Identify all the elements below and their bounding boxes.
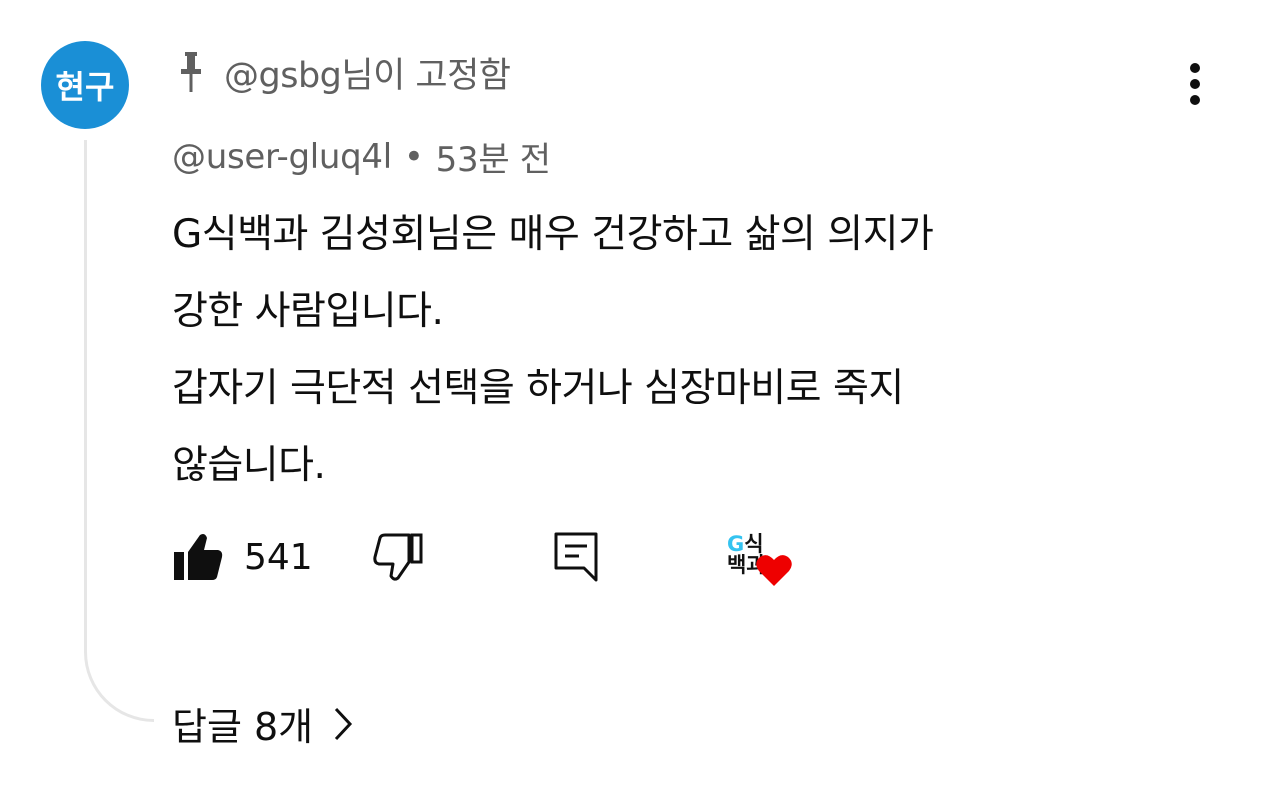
comment-line: 갑자기 극단적 선택을 하거나 심장마비로 죽지 xyxy=(172,366,904,411)
like-button[interactable]: 541 xyxy=(172,532,313,582)
comment-line: 않습니다. xyxy=(172,443,326,488)
creator-heart-badge: G식 백과 xyxy=(727,534,797,596)
pinned-by-text: @gsbg님이 고정함 xyxy=(224,55,511,96)
chevron-right-icon xyxy=(335,707,353,740)
comment-line: G식백과 김성회님은 매우 건강하고 삶의 의지가 xyxy=(172,212,934,257)
reply-comment-icon xyxy=(554,532,598,582)
avatar[interactable]: 현구 xyxy=(41,41,129,129)
comment-header: @user-gluq4l • 53분 전 xyxy=(172,132,551,181)
comment-author[interactable]: @user-gluq4l xyxy=(172,137,392,177)
pinned-label: @gsbg님이 고정함 xyxy=(178,42,511,102)
more-options-button[interactable] xyxy=(1172,56,1218,112)
comment-text: G식백과 김성회님은 매우 건강하고 삶의 의지가 강한 사람입니다. 갑자기 … xyxy=(172,196,1172,504)
header-separator: • xyxy=(403,136,424,177)
thumbs-up-filled-icon xyxy=(174,534,223,580)
pin-icon xyxy=(181,52,201,92)
view-replies-button[interactable]: 답글 8개 xyxy=(172,696,353,751)
replies-count-label: 답글 8개 xyxy=(172,705,314,749)
like-count: 541 xyxy=(244,536,313,578)
reply-button[interactable] xyxy=(552,530,600,586)
comment-line: 강한 사람입니다. xyxy=(172,289,444,334)
comment-action-bar: 541 G식 백과 xyxy=(172,526,872,596)
dislike-button[interactable] xyxy=(372,532,424,586)
avatar-text: 현구 xyxy=(55,68,115,106)
more-vertical-icon xyxy=(1190,63,1200,105)
thread-connector-line xyxy=(84,140,154,722)
thumbs-down-icon xyxy=(373,533,423,581)
comment-timestamp[interactable]: 53분 전 xyxy=(436,132,551,181)
heart-icon xyxy=(756,555,792,586)
